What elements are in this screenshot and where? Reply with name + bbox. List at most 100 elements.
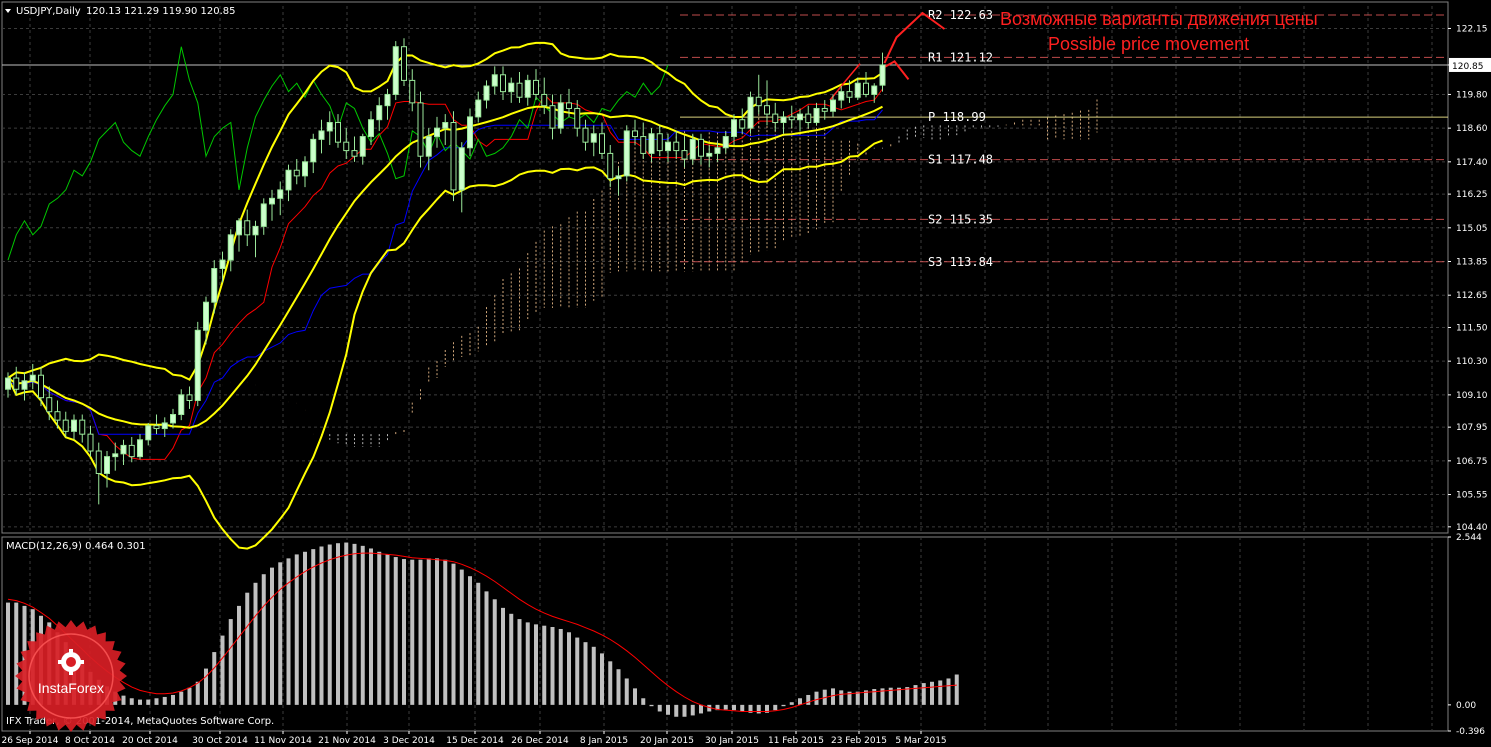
candle-body (722, 136, 729, 149)
candle-body (533, 79, 539, 95)
candle-body (112, 453, 119, 458)
candle-body (161, 422, 168, 430)
macd-bar (682, 704, 687, 717)
candle-body (318, 130, 325, 140)
macd-bar (591, 646, 596, 705)
candle-body (170, 414, 176, 424)
macd-bar (542, 625, 547, 705)
candle-body (714, 147, 721, 154)
macd-bar (212, 652, 217, 705)
candle-body (467, 116, 473, 149)
macd-bar (228, 619, 233, 705)
x-tick-label: 8 Jan 2015 (580, 736, 628, 746)
candle-body (120, 444, 127, 455)
pivot-label-r2: R2 122.63 (928, 8, 993, 22)
macd-bar (476, 582, 481, 705)
macd-bar (567, 632, 571, 705)
macd-bar (756, 704, 761, 714)
macd-bar (237, 605, 241, 705)
candle-body (599, 133, 605, 154)
candle-body (830, 99, 836, 112)
y-tick-label: 117.40 (1456, 158, 1488, 168)
candle-body (21, 380, 28, 390)
candle-body (863, 82, 869, 95)
macd-bar (162, 696, 167, 705)
macd-bar (459, 569, 464, 705)
x-tick-label: 20 Oct 2014 (122, 736, 178, 746)
candle-body (491, 74, 498, 87)
macd-bar (583, 642, 588, 705)
x-tick-label: 20 Jan 2015 (640, 736, 694, 746)
y-tick-label: 110.30 (1456, 357, 1488, 367)
macd-bar (327, 544, 332, 705)
candle-body (442, 122, 449, 129)
x-tick-label: 3 Dec 2014 (383, 736, 435, 746)
candle-body (665, 141, 671, 152)
candle-body (772, 113, 779, 124)
macd-bar (831, 688, 835, 705)
x-tick-label: 8 Oct 2014 (65, 736, 115, 746)
candle-body (145, 425, 152, 441)
x-tick-label: 21 Nov 2014 (318, 736, 376, 746)
candle-body (615, 175, 622, 180)
macd-bar (451, 563, 456, 705)
macd-bar (204, 668, 208, 705)
macd-bar (814, 691, 819, 705)
macd-bar (418, 559, 423, 705)
candle-body (227, 234, 234, 261)
macd-bar (220, 635, 225, 705)
macd-bar (121, 695, 126, 705)
logo-text: InstaForex (38, 680, 104, 696)
candle-body (244, 220, 251, 236)
candle-body (71, 419, 77, 432)
candle-body (194, 329, 201, 401)
pivot-label-p: P 118.99 (928, 110, 986, 124)
candle-body (392, 46, 399, 95)
macd-bar (270, 567, 274, 705)
candle-body (62, 419, 69, 432)
candle-body (401, 46, 407, 81)
trading-chart[interactable]: R2 122.63 R1 121.12 P 118.99 S1 117.48 S2 11… (0, 0, 1491, 747)
candle-body (137, 439, 143, 458)
candle-body (640, 136, 647, 154)
macd-bar (179, 691, 184, 705)
y-tick-label: 104.40 (1456, 523, 1488, 533)
candle-body (483, 85, 490, 101)
y-tick-label: 105.55 (1456, 491, 1488, 501)
candle-body (838, 91, 845, 101)
x-tick-label: 26 Dec 2014 (511, 736, 569, 746)
candle-body (38, 374, 44, 399)
candle-body (236, 220, 242, 236)
candle-body (219, 259, 226, 270)
macd-bar (443, 559, 448, 705)
candle-body (359, 136, 366, 157)
candle-body (797, 113, 803, 121)
candle-body (351, 150, 358, 157)
candle-body (805, 113, 812, 124)
y-tick-label: 111.50 (1456, 323, 1488, 333)
macd-bar (195, 681, 200, 705)
macd-bar (723, 704, 728, 710)
candle-body (87, 433, 94, 452)
candle-body (623, 130, 630, 177)
macd-bar (501, 607, 505, 705)
candle-body (739, 119, 746, 129)
candle-body (516, 82, 523, 98)
candle-body (293, 169, 300, 177)
macd-bar (534, 624, 538, 705)
x-tick-label: 30 Jan 2015 (705, 736, 759, 746)
macd-bar (905, 687, 910, 705)
macd-bar (740, 704, 745, 712)
macd-bar (806, 694, 811, 705)
candle-body (590, 133, 597, 143)
macd-y-tick-label: -0.396 (1456, 727, 1485, 737)
macd-bar (435, 558, 439, 705)
macd-bar (839, 690, 844, 705)
pivot-label-s2: S2 115.35 (928, 212, 993, 226)
macd-bar (377, 551, 382, 705)
candle-body (260, 203, 267, 227)
macd-bar (303, 551, 307, 705)
candle-body (566, 102, 572, 109)
pivot-label-r1: R1 121.12 (928, 50, 993, 64)
candle-body (13, 377, 20, 390)
